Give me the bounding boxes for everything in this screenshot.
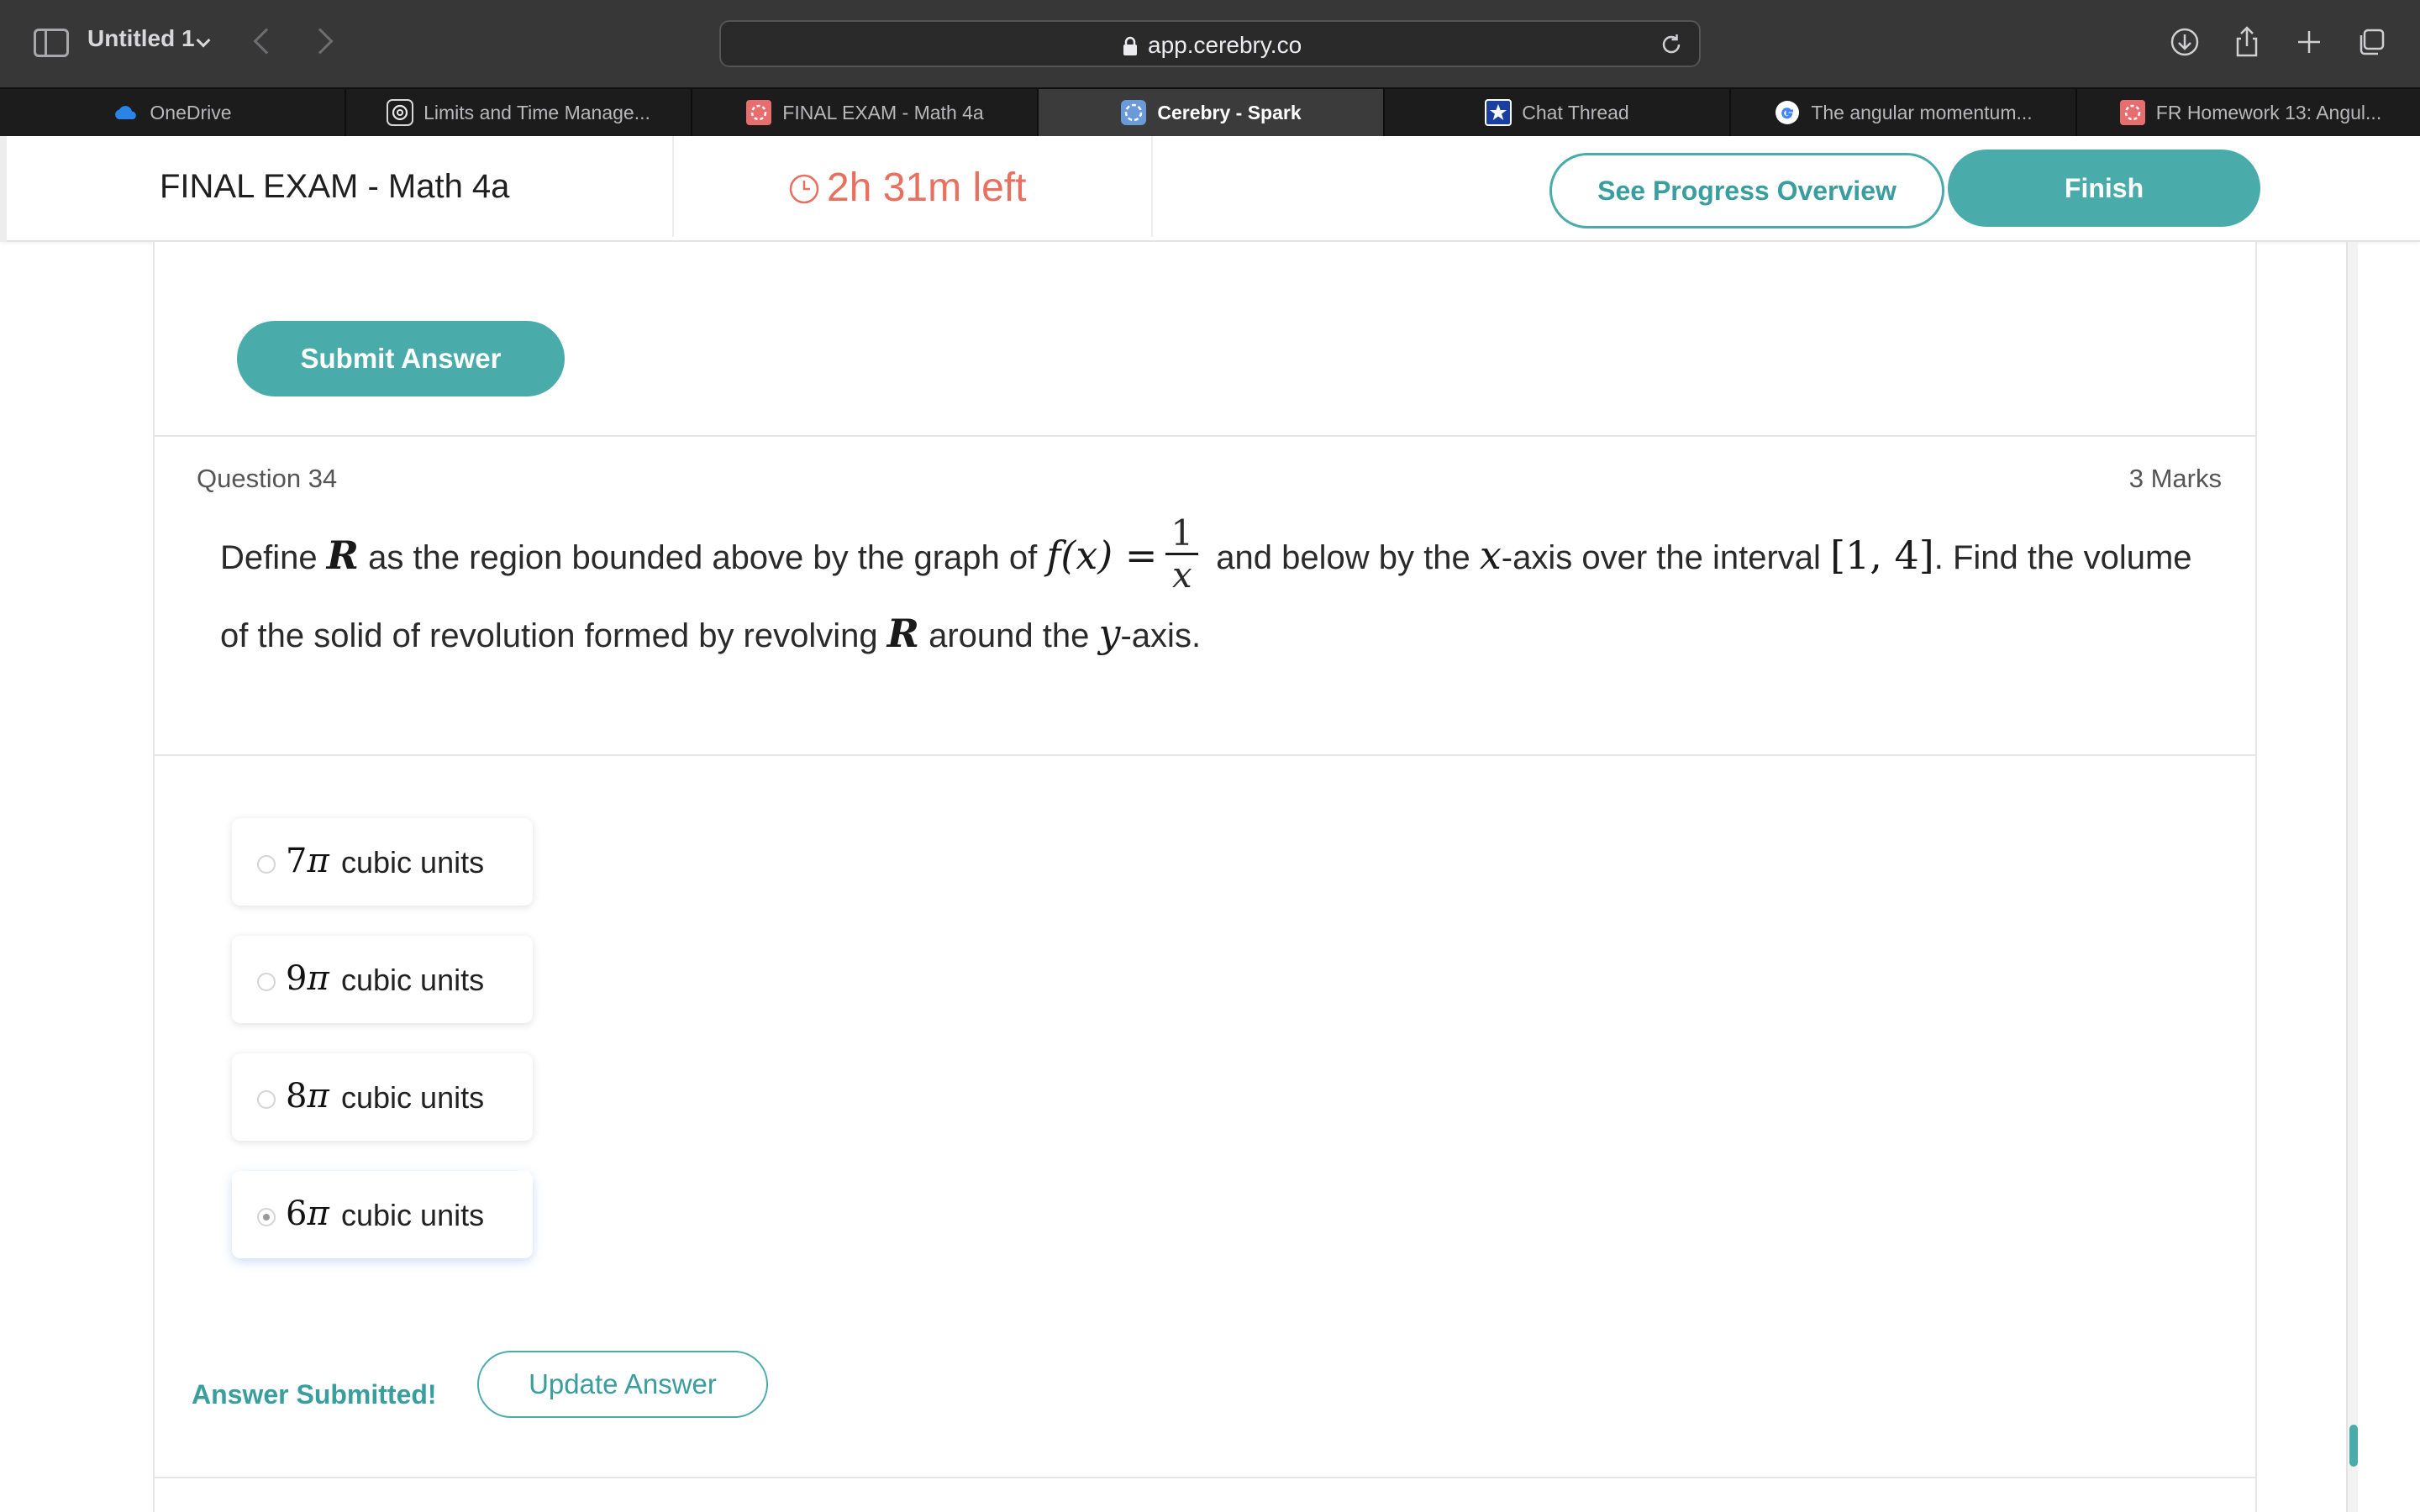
download-icon[interactable] <box>2166 24 2203 60</box>
tab-label: OneDrive <box>150 101 232 123</box>
tab-chat-thread[interactable]: Chat Thread <box>1385 89 1731 136</box>
browser-titlebar: Untitled 1 app.cerebry.co <box>0 0 2420 87</box>
reload-icon[interactable] <box>1659 32 1684 57</box>
option-label: cubic units <box>341 1080 485 1115</box>
chevron-down-icon[interactable] <box>196 33 211 48</box>
finish-button[interactable]: Finish <box>1948 150 2260 227</box>
divider <box>155 754 2255 756</box>
question-card: Submit Answer Question 34 3 Marks Define… <box>153 242 2257 1512</box>
math-function: f(x) = <box>1046 533 1158 579</box>
tab-label: Cerebry - Spark <box>1157 101 1302 123</box>
tab-overview-icon[interactable] <box>2353 24 2390 60</box>
math-interval: [1, 4] <box>1830 533 1934 579</box>
answer-option[interactable]: 8π cubic units <box>232 1053 533 1141</box>
pi-symbol: π <box>307 842 329 880</box>
tab-final-exam[interactable]: FINAL EXAM - Math 4a <box>692 89 1039 136</box>
fraction-denominator: x <box>1171 554 1192 596</box>
question-text-part: around the <box>918 617 1099 654</box>
header-edge <box>0 136 7 242</box>
header-divider <box>1151 136 1153 237</box>
divider <box>155 435 2255 437</box>
tab-cerebry-spark[interactable]: Cerebry - Spark <box>1039 89 1385 136</box>
radio-button-checked[interactable] <box>257 1208 276 1226</box>
timer-value: 2h 31m <box>827 165 962 210</box>
exam-title: FINAL EXAM - Math 4a <box>160 168 510 205</box>
timer-suffix: left <box>961 165 1027 210</box>
address-bar[interactable]: app.cerebry.co <box>719 20 1701 67</box>
tab-label: FR Homework 13: Angul... <box>2155 101 2382 123</box>
sidebar-toggle-icon[interactable] <box>34 29 69 57</box>
cerebry-red-icon <box>746 100 772 125</box>
pi-symbol: π <box>307 959 329 998</box>
option-label: cubic units <box>341 963 485 997</box>
tab-label: The angular momentum... <box>1811 101 2033 123</box>
question-text: Define R as the region bounded above by … <box>220 514 2220 669</box>
see-progress-overview-button[interactable]: See Progress Overview <box>1549 153 1944 228</box>
math-var-y: y <box>1098 611 1121 656</box>
fraction-numerator: 1 <box>1165 514 1199 555</box>
option-coefficient: 7 <box>286 842 308 880</box>
update-answer-button[interactable]: Update Answer <box>477 1351 768 1418</box>
radio-button[interactable] <box>257 855 276 874</box>
google-g-icon <box>1776 101 1800 124</box>
cerebry-spark-icon <box>1121 100 1147 125</box>
tab-label: Chat Thread <box>1522 101 1629 123</box>
option-value: 6π <box>286 1194 329 1233</box>
header-divider <box>672 136 674 237</box>
option-coefficient: 6 <box>286 1194 308 1233</box>
tab-label: Limits and Time Manage... <box>424 101 650 123</box>
math-fraction: 1x <box>1165 514 1199 596</box>
radio-button[interactable] <box>257 1090 276 1109</box>
answer-option[interactable]: 7π cubic units <box>232 818 533 906</box>
openai-logo-icon <box>387 99 414 126</box>
question-text-part: and below by the <box>1207 539 1480 577</box>
tab-fr-homework[interactable]: FR Homework 13: Angul... <box>2077 89 2420 136</box>
tab-strip: OneDrive Limits and Time Manage... FINAL… <box>0 87 2420 136</box>
option-coefficient: 8 <box>286 1077 308 1116</box>
question-text-part: -axis over the interval <box>1501 539 1831 577</box>
window-title[interactable]: Untitled 1 <box>87 25 195 52</box>
url-text[interactable]: app.cerebry.co <box>1148 32 1302 59</box>
radio-button[interactable] <box>257 973 276 991</box>
onedrive-cloud-icon <box>115 106 137 119</box>
math-var-r: R <box>886 611 919 656</box>
tab-onedrive[interactable]: OneDrive <box>0 89 346 136</box>
option-value: 9π <box>286 959 329 998</box>
option-label: cubic units <box>341 1198 485 1232</box>
lock-icon <box>1123 36 1137 55</box>
math-var-x: x <box>1479 533 1502 579</box>
pi-symbol: π <box>307 1077 329 1116</box>
tab-angular-momentum[interactable]: The angular momentum... <box>1731 89 2077 136</box>
star-badge-icon <box>1485 99 1512 126</box>
exam-header: FINAL EXAM - Math 4a 2h 31m left See Pro… <box>0 136 2420 242</box>
cerebry-red-icon <box>2119 100 2145 125</box>
question-text-part: Define <box>220 539 327 577</box>
question-text-part: as the region bounded above by the graph… <box>358 539 1047 577</box>
clock-icon <box>789 174 819 204</box>
answer-option-selected[interactable]: 6π cubic units <box>232 1171 533 1258</box>
back-arrow-icon[interactable] <box>253 28 280 55</box>
scrollbar-track[interactable] <box>2346 242 2358 1512</box>
answer-option[interactable]: 9π cubic units <box>232 936 533 1023</box>
divider <box>155 1477 2255 1478</box>
question-text-part: -axis. <box>1120 617 1202 654</box>
option-coefficient: 9 <box>286 959 308 998</box>
question-number: Question 34 <box>197 464 338 493</box>
share-icon[interactable] <box>2228 24 2265 60</box>
new-tab-plus-icon[interactable] <box>2291 24 2328 60</box>
scrollbar-thumb[interactable] <box>2349 1425 2358 1467</box>
answer-submitted-status: Answer Submitted! <box>192 1379 437 1410</box>
option-value: 8π <box>286 1077 329 1116</box>
question-marks: 3 Marks <box>2128 464 2222 493</box>
submit-answer-button[interactable]: Submit Answer <box>237 321 565 396</box>
option-label: cubic units <box>341 845 485 879</box>
tab-label: FINAL EXAM - Math 4a <box>782 101 984 123</box>
option-value: 7π <box>286 842 329 880</box>
forward-arrow-icon[interactable] <box>307 28 334 55</box>
pi-symbol: π <box>307 1194 329 1233</box>
timer-text: 2h 31m left <box>827 165 1026 211</box>
math-var-r: R <box>326 533 359 579</box>
tab-limits[interactable]: Limits and Time Manage... <box>346 89 692 136</box>
